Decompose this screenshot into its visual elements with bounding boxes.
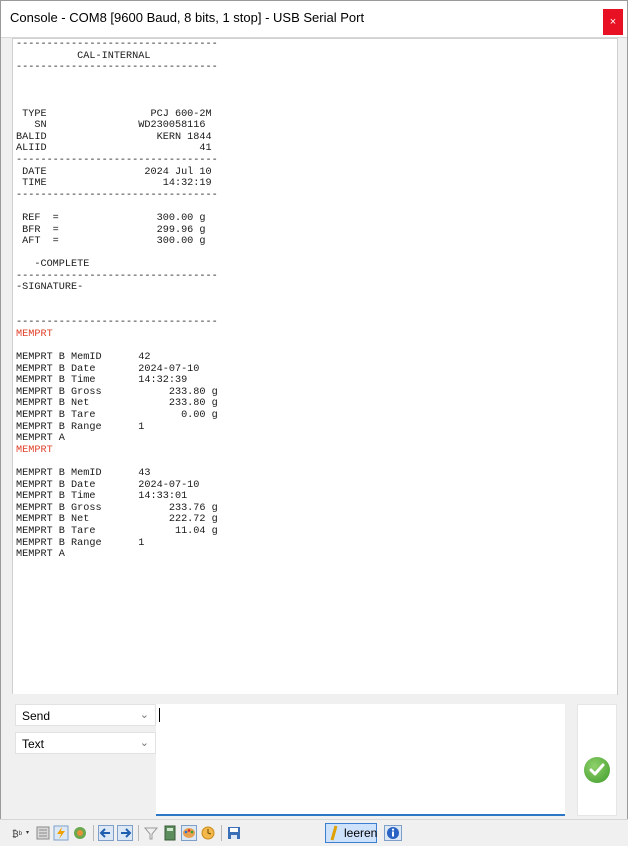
console-line: ALIID 41	[16, 143, 212, 155]
console-line: ---------------------------------	[16, 62, 218, 74]
panel-splitter[interactable]	[11, 694, 617, 704]
console-line: MEMPRT B Time 14:32:39	[16, 375, 188, 387]
console-line: MEMPRT B Net 233.80 g	[16, 398, 218, 410]
format-value: Text	[22, 737, 45, 751]
toolbar-separator	[93, 825, 94, 841]
svg-text:₿ᵇ: ₿ᵇ	[12, 829, 23, 839]
terminal-dropdown-icon[interactable]: ₿ᵇ	[12, 825, 32, 841]
console-line: MEMPRT B Gross 233.76 g	[16, 502, 218, 514]
chevron-down-icon: ⌄	[139, 737, 149, 749]
console-line: MEMPRT B MemID 43	[16, 467, 151, 479]
clear-button[interactable]: leeren	[325, 823, 377, 843]
clear-icon	[329, 825, 341, 844]
calculator-icon[interactable]	[162, 825, 178, 841]
filter-icon[interactable]	[143, 825, 159, 841]
info-icon[interactable]	[384, 825, 402, 841]
clock-icon[interactable]	[200, 825, 216, 841]
console-line: MEMPRT B Gross 233.80 g	[16, 386, 218, 398]
send-confirm-panel	[577, 704, 617, 816]
save-icon[interactable]	[226, 825, 242, 841]
console-line: MEMPRT B Tare 0.00 g	[16, 410, 218, 421]
arrow-right-icon[interactable]	[117, 825, 133, 841]
console-line: MEMPRT	[16, 328, 53, 340]
toolbar-separator	[138, 825, 139, 841]
console-line: ---------------------------------	[16, 270, 218, 282]
console-line: MEMPRT B Time 14:33:01	[16, 491, 188, 503]
console-line: -COMPLETE	[16, 259, 90, 271]
console-line: TIME 14:32:19	[16, 178, 212, 190]
console-line: MEMPRT B Range 1	[16, 421, 145, 433]
lightning-icon[interactable]	[53, 825, 69, 841]
window-title: Console - COM8 [9600 Baud, 8 bits, 1 sto…	[10, 10, 365, 25]
chevron-down-icon: ⌄	[139, 709, 149, 721]
text-cursor	[159, 708, 160, 722]
console-line: DATE 2024 Jul 10	[16, 166, 212, 178]
send-panel: Send ⌄ Text ⌄	[11, 704, 617, 819]
send-mode-select[interactable]: Send ⌄	[15, 704, 156, 726]
bottom-toolbar: ₿ᵇ leeren	[0, 819, 628, 846]
title-bar: Console - COM8 [9600 Baud, 8 bits, 1 sto…	[1, 1, 627, 38]
console-line: CAL-INTERNAL	[16, 50, 151, 62]
console-line: ---------------------------------	[16, 154, 218, 166]
console-line: MEMPRT B Net 222.72 g	[16, 514, 218, 526]
toolbar-separator	[221, 825, 222, 841]
console-line: MEMPRT A	[16, 549, 65, 561]
console-line: MEMPRT A	[16, 433, 65, 445]
console-line: SN WD230058116	[16, 120, 206, 132]
console-line: MEMPRT B Date 2024-07-10	[16, 479, 200, 491]
list-icon[interactable]	[35, 825, 51, 841]
console-line: BALID KERN 1844	[16, 131, 212, 143]
plugin-icon[interactable]	[72, 825, 88, 841]
send-mode-value: Send	[22, 709, 51, 723]
close-button[interactable]: ×	[603, 9, 623, 35]
console-line: TYPE PCJ 600-2M	[16, 108, 212, 120]
checkmark-send-icon[interactable]	[584, 757, 610, 783]
console-line: ---------------------------------	[16, 189, 218, 201]
console-lines: --------------------------------- CAL-IN…	[16, 39, 218, 561]
format-select[interactable]: Text ⌄	[15, 732, 156, 754]
console-line: AFT = 300.00 g	[16, 236, 206, 248]
console-line: MEMPRT B MemID 42	[16, 352, 151, 364]
console-line: ---------------------------------	[16, 39, 218, 50]
console-line: -SIGNATURE-	[16, 282, 84, 294]
console-line: MEMPRT B Date 2024-07-10	[16, 363, 200, 375]
console-line: REF = 300.00 g	[16, 212, 206, 224]
arrow-left-icon[interactable]	[98, 825, 114, 841]
console-output[interactable]: --------------------------------- CAL-IN…	[12, 38, 618, 695]
console-line: MEMPRT B Tare 11.04 g	[16, 525, 218, 537]
palette-icon[interactable]	[181, 825, 197, 841]
send-input[interactable]	[156, 704, 565, 816]
console-line: MEMPRT	[16, 444, 53, 456]
clear-button-label: leeren	[344, 826, 378, 840]
console-line: ---------------------------------	[16, 317, 218, 329]
console-line: BFR = 299.96 g	[16, 224, 206, 236]
console-line: MEMPRT B Range 1	[16, 537, 145, 549]
